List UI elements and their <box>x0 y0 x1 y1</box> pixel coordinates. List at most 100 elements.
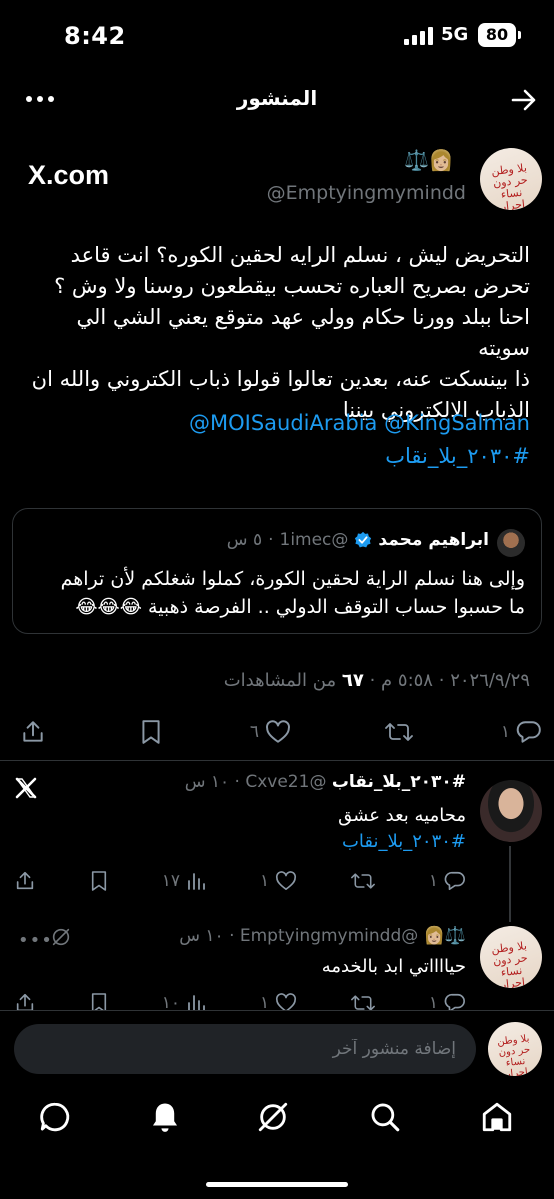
separator-dot: · <box>369 670 376 691</box>
source-label: X.com <box>28 160 109 191</box>
quoted-author-avatar[interactable] <box>497 529 525 557</box>
network-type: 5G <box>441 24 469 45</box>
bookmark-button[interactable] <box>90 870 108 892</box>
share-icon <box>14 870 36 892</box>
like-button[interactable]: ١ <box>260 871 297 891</box>
notifications-icon <box>148 1100 182 1134</box>
repost-icon <box>351 870 375 892</box>
thread-connector <box>509 846 511 922</box>
heart-icon <box>275 871 297 891</box>
my-avatar[interactable]: بلا وطن حر دون نساء احرار <box>488 1022 542 1076</box>
mute-icon[interactable] <box>50 926 72 948</box>
bookmark-icon <box>90 870 108 892</box>
quoted-text-line: وإلى هنا نسلم الراية لحقين الكورة، كملوا… <box>60 568 525 590</box>
quoted-post[interactable]: ابراهيم محمد @1imec · ٥ س وإلى هنا نسلم … <box>12 508 542 634</box>
back-arrow-icon[interactable] <box>510 86 538 114</box>
reply-author-handle[interactable]: @Cxve21 <box>245 772 326 792</box>
share-button[interactable] <box>14 719 46 745</box>
post-actions: ١ ٦ <box>14 716 542 748</box>
x-logo: X.com <box>28 160 110 190</box>
reply-time: ١٠ س <box>184 772 230 792</box>
like-count: ١ <box>259 871 270 891</box>
quoted-text-line: ما حسبوا حساب التوقف الدولي .. الفرصة ذه… <box>75 596 525 618</box>
share-icon <box>20 719 46 745</box>
repost-icon <box>385 719 413 745</box>
repost-button[interactable] <box>379 719 413 745</box>
post-mentions[interactable]: @MOISaudiArabia @KingSalman <box>189 411 530 435</box>
compose-input[interactable] <box>14 1024 476 1074</box>
home-indicator <box>206 1182 348 1187</box>
author-name-emoji[interactable]: ⚖️👩🏼 <box>404 148 454 172</box>
quoted-author-handle[interactable]: @1imec <box>280 530 349 550</box>
nav-messages[interactable] <box>38 1100 72 1134</box>
views-icon <box>186 871 206 891</box>
quoted-post-text: وإلى هنا نسلم الراية لحقين الكورة، كملوا… <box>25 565 525 621</box>
like-button[interactable]: ٦ <box>250 720 291 744</box>
x-logo-icon <box>14 776 38 800</box>
reply-count: ١ <box>500 722 510 742</box>
quoted-post-header: ابراهيم محمد @1imec · ٥ س <box>227 530 489 550</box>
search-icon <box>368 1100 402 1134</box>
divider <box>0 760 554 761</box>
messages-icon <box>38 1100 72 1134</box>
reply-author-avatar[interactable]: بلا وطن حر دون نساء احرار <box>480 926 542 988</box>
reply-actions: ١ ١ ١٧ <box>14 866 466 896</box>
reply-text: حيااااتي ابد بالخدمه <box>321 956 466 977</box>
post-text-line: ذا بينسكت عنه، بعدين تعالوا قولوا ذباب ا… <box>31 367 530 391</box>
post-clock: ٥:٥٨ م <box>381 670 433 691</box>
reply-author-avatar[interactable] <box>480 780 542 842</box>
views-label: من المشاهدات <box>223 670 337 691</box>
separator-dot: · <box>438 670 445 691</box>
post-text-line: احنا ببلد وورنا حكام وولي عهد متوقع يعني… <box>76 305 530 360</box>
post-meta: ٢٠٢٦/٩/٢٩ · ٥:٥٨ م · ٦٧ من المشاهدات <box>224 670 530 691</box>
post-date: ٢٠٢٦/٩/٢٩ <box>450 670 530 691</box>
reply-button[interactable]: ١ <box>501 719 542 745</box>
avatar-scrawl: بلا وطن حر دون نساء احرار <box>490 939 529 988</box>
separator-dot: · <box>229 926 235 946</box>
bookmark-button[interactable] <box>134 719 162 745</box>
reply-author-name[interactable]: #٢٠٣٠_بلا_نقاب <box>332 772 466 792</box>
nav-notifications[interactable] <box>148 1100 182 1134</box>
author-avatar[interactable]: بلا وطن حر دون نساء احرار <box>480 148 542 210</box>
reply-time: ١٠ س <box>179 926 224 946</box>
reply-text: محاميه بعد عشق <box>338 805 466 826</box>
verified-badge-icon <box>354 531 372 549</box>
bookmark-icon <box>140 719 162 745</box>
share-button[interactable] <box>14 870 36 892</box>
views-count: ٦٧ <box>341 670 364 691</box>
author-handle[interactable]: @Emptyingmymindd <box>267 182 466 204</box>
post-text: التحريض ليش ، نسلم الرايه لحقين الكوره؟ … <box>18 240 530 426</box>
more-options-icon[interactable]: ••• <box>18 930 53 951</box>
reply-author-name[interactable]: ⚖️👩🏼 <box>424 926 466 946</box>
views-button[interactable]: ١٧ <box>162 871 206 891</box>
separator-dot: · <box>268 530 274 550</box>
post-text-line: التحريض ليش ، نسلم الرايه لحقين الكوره؟ … <box>70 243 530 267</box>
reply-button[interactable]: ١ <box>429 870 466 892</box>
battery-indicator: 80 <box>478 23 521 47</box>
signal-icon <box>404 27 434 45</box>
reply-count: ١ <box>428 871 438 891</box>
page-title: المنشور <box>236 86 318 110</box>
nav-home[interactable] <box>480 1100 514 1134</box>
status-time: 8:42 <box>64 22 126 50</box>
heart-icon <box>265 720 291 744</box>
reply-icon <box>444 870 466 892</box>
grok-icon <box>256 1100 290 1134</box>
views-count: ١٧ <box>161 871 181 891</box>
quoted-author-name[interactable]: ابراهيم محمد <box>378 530 489 550</box>
nav-grok[interactable] <box>256 1100 290 1134</box>
nav-search[interactable] <box>368 1100 402 1134</box>
reply-header: ⚖️👩🏼 @Emptyingmymindd · ١٠ س <box>179 926 466 946</box>
home-icon <box>480 1100 514 1134</box>
repost-button[interactable] <box>351 870 375 892</box>
reply-hashtag[interactable]: #٢٠٣٠_بلا_نقاب <box>342 831 466 852</box>
reply-icon <box>516 719 542 745</box>
quoted-post-time: ٥ س <box>226 530 263 550</box>
reply-author-handle[interactable]: @Emptyingmymindd <box>240 926 418 946</box>
separator-dot: · <box>234 772 240 792</box>
post-text-line: تحرض بصريح العباره تحسب بيقطعون روسنا ول… <box>54 274 530 298</box>
reply-header: #٢٠٣٠_بلا_نقاب @Cxve21 · ١٠ س <box>185 772 466 792</box>
post-hashtag[interactable]: #٢٠٣٠_بلا_نقاب <box>385 444 530 468</box>
avatar-scrawl: بلا وطن حر دون نساء احرار <box>496 1033 531 1076</box>
avatar-scrawl: بلا وطن حر دون نساء احرار <box>490 161 529 210</box>
